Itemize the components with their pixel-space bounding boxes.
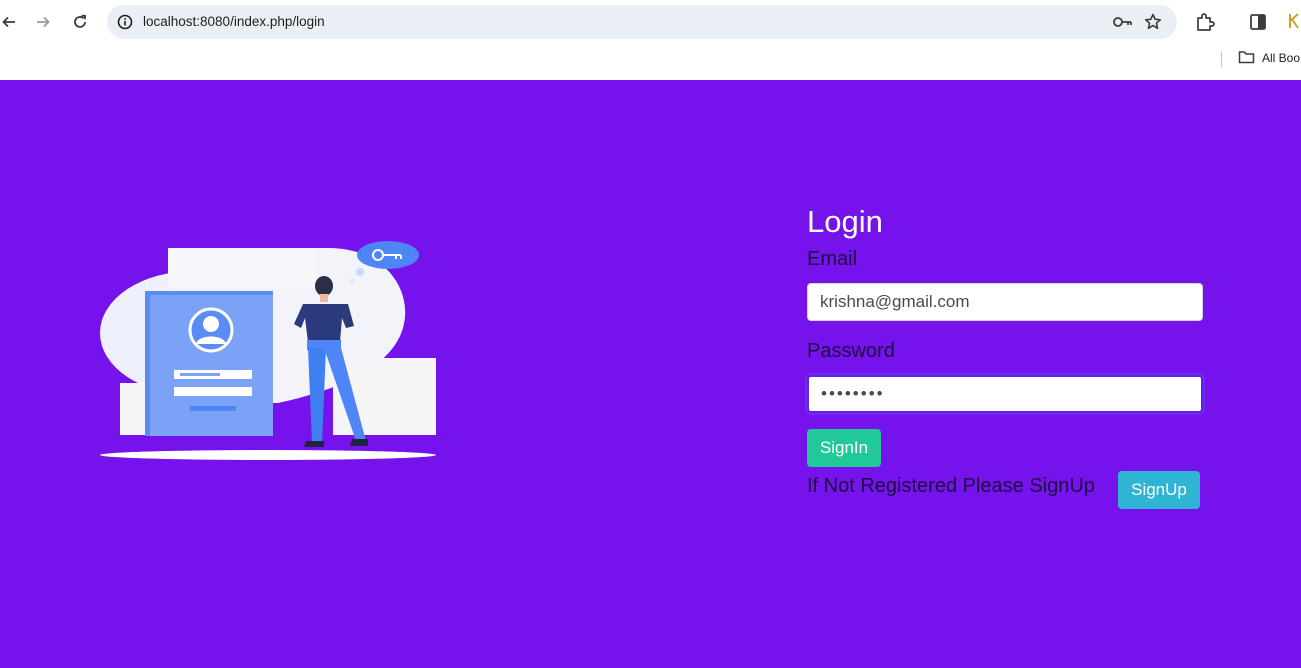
address-bar[interactable]: localhost:8080/index.php/login [107,5,1177,39]
browser-toolbar: localhost:8080/index.php/login [0,0,1301,44]
star-icon[interactable] [1143,12,1163,32]
signup-button[interactable]: SignUp [1118,471,1200,509]
email-label: Email [807,248,858,270]
puzzle-icon[interactable] [1194,11,1216,33]
info-icon[interactable] [115,12,135,32]
forward-button[interactable] [30,9,56,35]
password-field[interactable] [807,375,1203,413]
url-text[interactable]: localhost:8080/index.php/login [143,14,325,29]
signup-prompt: If Not Registered Please SignUp [807,475,1095,497]
arrow-right-icon [37,16,50,28]
reload-button[interactable] [67,9,93,35]
signin-button[interactable]: SignIn [807,429,881,467]
bookmarks-bar: All Boo [0,44,1301,80]
login-illustration [100,241,436,460]
key-icon[interactable] [1112,13,1134,31]
login-page: Login Email Password SignIn If Not Regis… [0,80,1301,668]
bookmarks-divider [1221,51,1222,67]
side-panel-icon[interactable] [1247,11,1269,33]
login-title: Login [807,204,883,239]
folder-icon[interactable] [1238,50,1255,64]
password-label: Password [807,340,895,362]
reload-icon [74,14,86,28]
back-button[interactable] [0,9,22,35]
profile-extension-icon[interactable] [1287,10,1301,32]
arrow-left-icon [2,16,15,28]
email-field[interactable] [807,283,1203,321]
all-bookmarks-label[interactable]: All Boo [1262,51,1300,65]
